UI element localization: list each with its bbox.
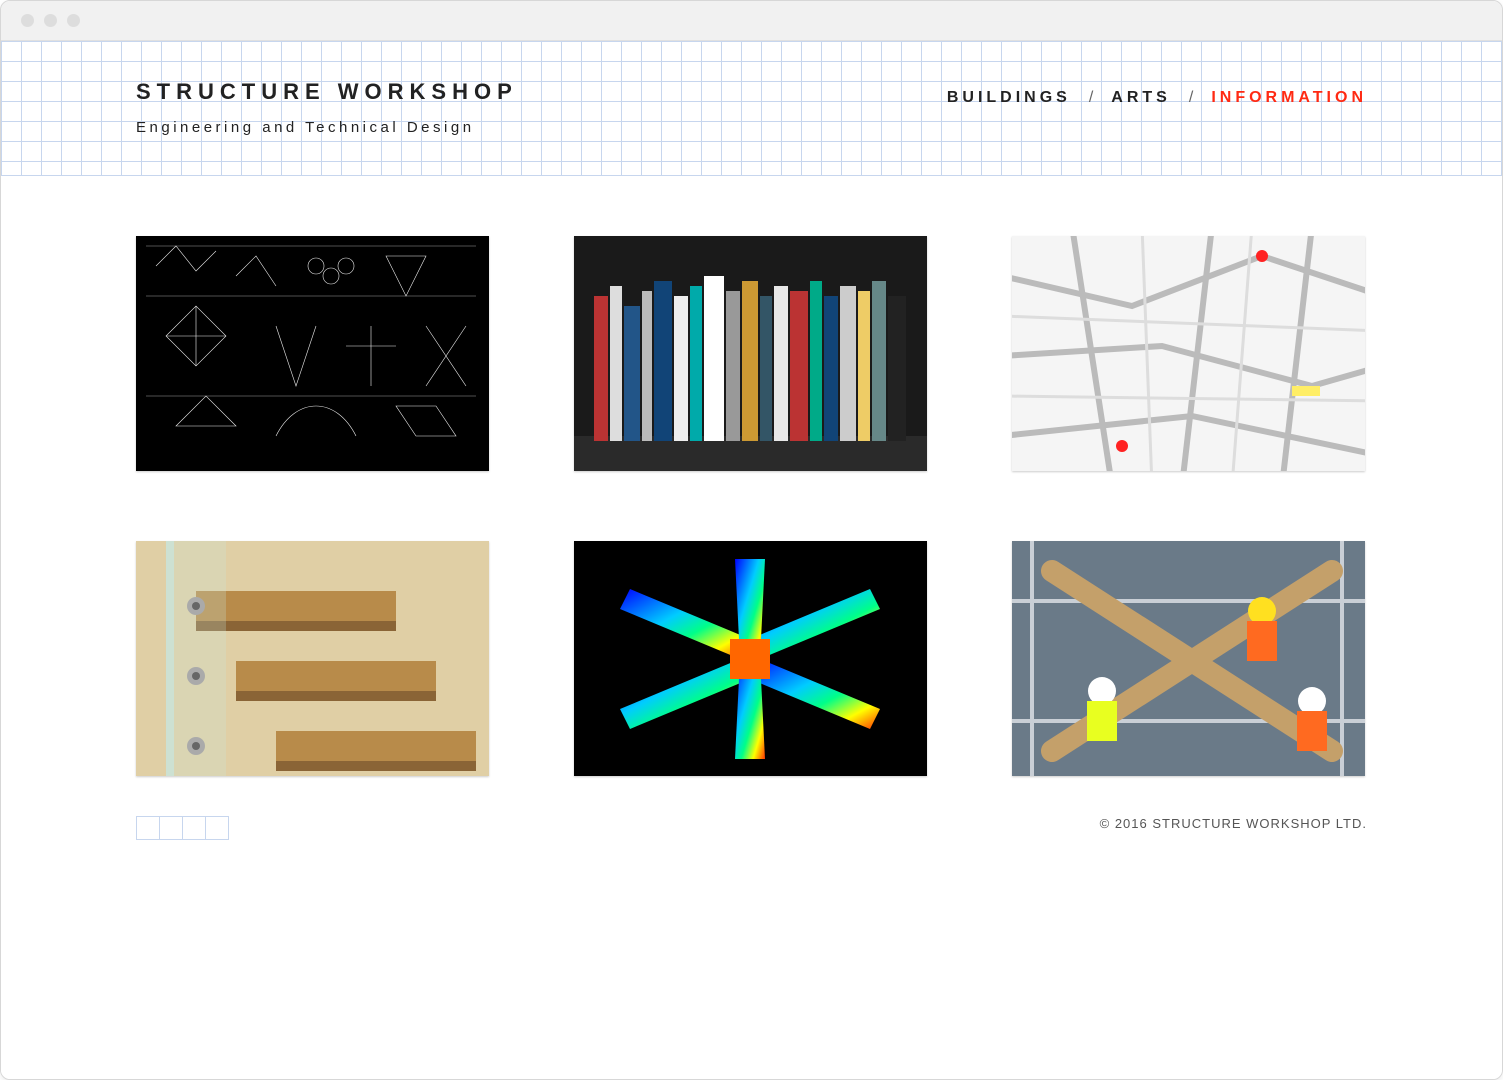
zoom-icon[interactable]	[67, 14, 80, 27]
minimize-icon[interactable]	[44, 14, 57, 27]
logo-subtitle: Engineering and Technical Design	[136, 119, 518, 136]
nav-buildings[interactable]: BUILDINGS	[947, 89, 1071, 107]
tile-drawings-sketches[interactable]	[136, 236, 489, 471]
social-link-2[interactable]	[159, 816, 183, 840]
tile-gallery	[1, 176, 1502, 776]
nav-separator: /	[1089, 89, 1093, 107]
page-viewport: STRUCTURE WORKSHOP Engineering and Techn…	[1, 41, 1502, 1079]
tile-bookshelf-library[interactable]	[574, 236, 927, 471]
nav-information[interactable]: INFORMATION	[1211, 89, 1367, 107]
tile-fea-analysis-render[interactable]	[574, 541, 927, 776]
social-link-4[interactable]	[205, 816, 229, 840]
social-link-3[interactable]	[182, 816, 206, 840]
window-controls	[21, 14, 80, 27]
social-link-1[interactable]	[136, 816, 160, 840]
tile-location-map[interactable]	[1012, 236, 1365, 471]
page-header: STRUCTURE WORKSHOP Engineering and Techn…	[1, 41, 1502, 176]
browser-window: STRUCTURE WORKSHOP Engineering and Techn…	[0, 0, 1503, 1080]
browser-titlebar	[1, 1, 1502, 41]
copyright-text: © 2016 STRUCTURE WORKSHOP LTD.	[1100, 816, 1367, 831]
page-footer: © 2016 STRUCTURE WORKSHOP LTD.	[1, 776, 1502, 840]
social-links	[136, 816, 228, 840]
primary-nav: BUILDINGS / ARTS / INFORMATION	[947, 89, 1367, 107]
close-icon[interactable]	[21, 14, 34, 27]
tile-site-workers-truss[interactable]	[1012, 541, 1365, 776]
nav-separator: /	[1189, 89, 1193, 107]
nav-arts[interactable]: ARTS	[1111, 89, 1171, 107]
site-logo[interactable]: STRUCTURE WORKSHOP Engineering and Techn…	[136, 79, 518, 136]
tile-timber-stair-detail[interactable]	[136, 541, 489, 776]
logo-title: STRUCTURE WORKSHOP	[136, 79, 518, 105]
